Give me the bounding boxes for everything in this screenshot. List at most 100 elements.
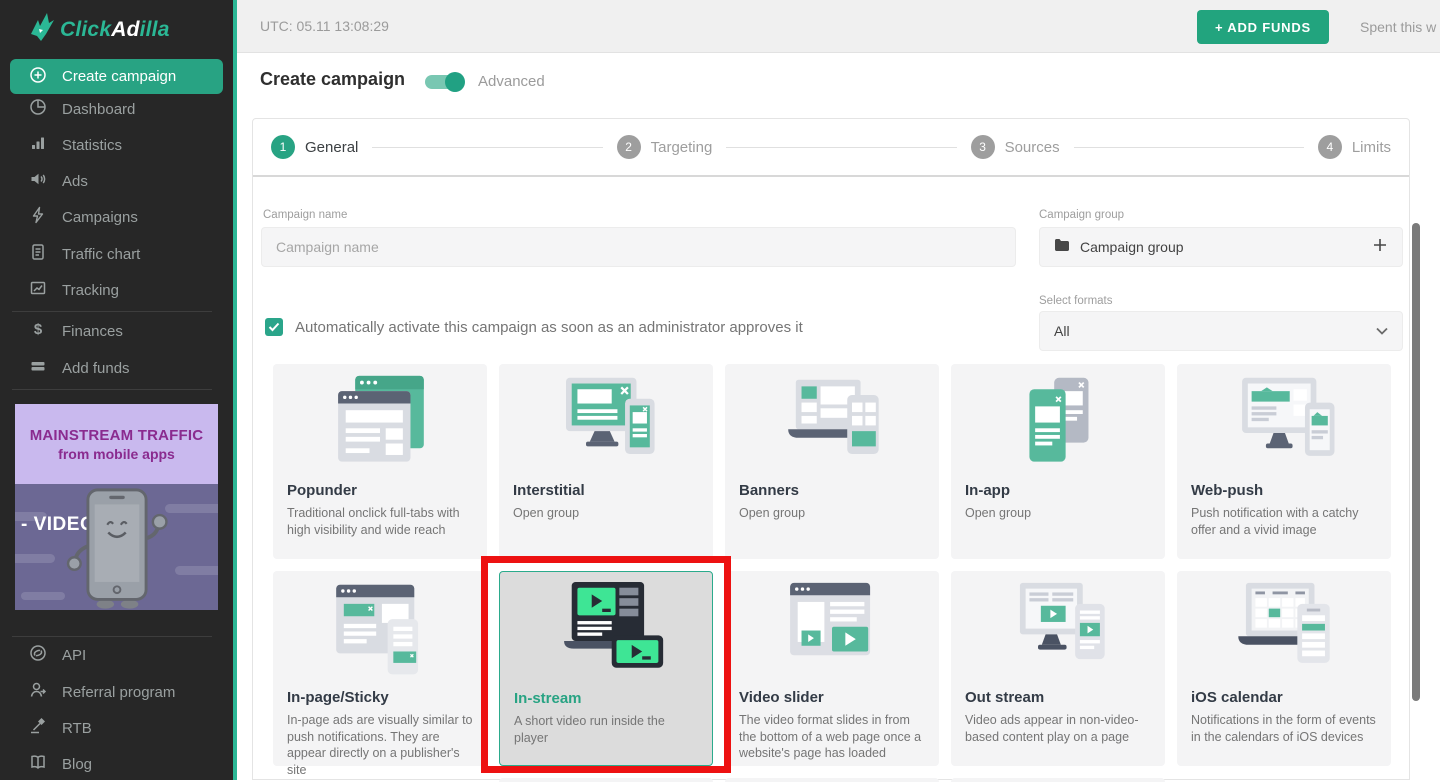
format-cards-grid: Popunder Traditional onclick full-tabs w…	[273, 364, 1391, 766]
select-formats-dropdown[interactable]: All	[1039, 311, 1403, 351]
add-funds-button[interactable]: + ADD FUNDS	[1197, 10, 1329, 44]
sidebar-item-add-funds[interactable]: Add funds	[10, 350, 223, 386]
bird-logo-icon	[28, 12, 54, 47]
promo-banner-headline: MAINSTREAM TRAFFIC from mobile apps	[15, 404, 218, 484]
logo-text: ClickAdilla	[60, 18, 170, 42]
card-title: Banners	[739, 482, 925, 499]
step-connector	[1074, 147, 1304, 148]
sidebar-item-finances[interactable]: $ Finances	[10, 313, 223, 349]
dollar-icon: $	[29, 320, 47, 342]
format-card-video-slider[interactable]: Video slider The video format slides in …	[725, 571, 939, 766]
sidebar-item-label: Tracking	[62, 282, 119, 299]
banners-illustration	[739, 372, 925, 476]
sidebar-item-label: Traffic chart	[62, 246, 140, 263]
line-chart-icon	[29, 279, 47, 301]
advanced-toggle[interactable]	[425, 72, 465, 92]
folder-icon	[1054, 238, 1070, 257]
format-card-popunder[interactable]: Popunder Traditional onclick full-tabs w…	[273, 364, 487, 559]
document-icon	[29, 243, 47, 265]
card-description: Open group	[739, 505, 925, 522]
card-description: In-page ads are visually similar to push…	[287, 712, 473, 778]
sidebar-item-label: Statistics	[62, 137, 122, 154]
select-formats-value: All	[1054, 323, 1376, 339]
sidebar-item-campaigns[interactable]: Campaigns	[10, 199, 223, 235]
card-description: Open group	[965, 505, 1151, 522]
sidebar-item-create-campaign[interactable]: Create campaign	[10, 59, 223, 94]
step-general[interactable]: 1 General	[271, 135, 358, 159]
card-description: A short video run inside the player	[514, 713, 698, 746]
svg-text:$: $	[34, 321, 43, 338]
card-title: Web-push	[1191, 482, 1377, 499]
sidebar-item-blog[interactable]: Blog	[10, 746, 223, 782]
video-slider-illustration	[739, 579, 925, 683]
campaign-name-label: Campaign name	[263, 209, 347, 221]
sidebar-item-tracking[interactable]: Tracking	[10, 272, 223, 308]
interstitial-illustration	[513, 372, 699, 476]
format-card-partial[interactable]	[951, 778, 1165, 782]
format-card-in-stream[interactable]: In-stream A short video run inside the p…	[499, 571, 713, 766]
sidebar-item-label: Create campaign	[62, 68, 176, 85]
auto-activate-label: Automatically activate this campaign as …	[295, 319, 803, 336]
lightning-icon	[29, 206, 47, 228]
book-icon	[29, 753, 47, 775]
card-description: Notifications in the form of events in t…	[1191, 712, 1377, 745]
gavel-icon	[29, 717, 47, 739]
add-group-icon[interactable]	[1372, 237, 1388, 258]
card-description: The video format slides in from the bott…	[739, 712, 925, 762]
sidebar-item-traffic-chart[interactable]: Traffic chart	[10, 236, 223, 272]
format-card-in-page-sticky[interactable]: In-page/Sticky In-page ads are visually …	[273, 571, 487, 766]
in-app-illustration	[965, 372, 1151, 476]
sidebar-item-api[interactable]: API	[10, 637, 223, 673]
person-arrow-icon	[29, 681, 47, 703]
pie-chart-icon	[29, 98, 47, 120]
format-card-in-app[interactable]: In-app Open group	[951, 364, 1165, 559]
topbar: UTC: 05.11 13:08:29 + ADD FUNDS Spent th…	[237, 0, 1440, 53]
card-title: Interstitial	[513, 482, 699, 499]
format-card-out-stream[interactable]: Out stream Video ads appear in non-video…	[951, 571, 1165, 766]
step-number: 1	[271, 135, 295, 159]
sidebar-item-label: Dashboard	[62, 101, 135, 118]
format-card-ios-calendar[interactable]: iOS calendar Notifications in the form o…	[1177, 571, 1391, 766]
step-connector	[372, 147, 602, 148]
card-title: Out stream	[965, 689, 1151, 706]
sidebar-item-ads[interactable]: Ads	[10, 163, 223, 199]
in-page-sticky-illustration	[287, 579, 473, 683]
auto-activate-row: Automatically activate this campaign as …	[265, 318, 803, 336]
format-card-web-push[interactable]: Web-push Push notification with a catchy…	[1177, 364, 1391, 559]
step-connector	[726, 147, 956, 148]
sidebar-item-label: RTB	[62, 720, 92, 737]
sidebar-item-label: Campaigns	[62, 209, 138, 226]
sidebar-item-statistics[interactable]: Statistics	[10, 127, 223, 163]
sidebar: ClickAdilla Create campaign Dashboard St…	[0, 0, 237, 780]
speaker-icon	[29, 170, 47, 192]
step-number: 2	[617, 135, 641, 159]
format-card-banners[interactable]: Banners Open group	[725, 364, 939, 559]
credit-card-icon	[29, 357, 47, 379]
promo-banner[interactable]: MAINSTREAM TRAFFIC from mobile apps - VI…	[15, 404, 218, 610]
advanced-toggle-label: Advanced	[478, 73, 545, 90]
promo-banner-art: - VIDEO	[15, 484, 218, 610]
sidebar-item-label: Referral program	[62, 684, 175, 701]
campaign-group-field[interactable]: Campaign group	[1039, 227, 1403, 267]
auto-activate-checkbox[interactable]	[265, 318, 283, 336]
sidebar-item-label: Ads	[62, 173, 88, 190]
waving-phone-illustration	[57, 486, 177, 610]
step-limits[interactable]: 4 Limits	[1318, 135, 1391, 159]
sidebar-divider	[12, 311, 212, 312]
format-card-partial[interactable]	[499, 778, 713, 782]
format-card-interstitial[interactable]: Interstitial Open group	[499, 364, 713, 559]
campaign-name-input[interactable]	[261, 227, 1016, 267]
sidebar-item-referral-program[interactable]: Referral program	[10, 674, 223, 710]
sidebar-item-dashboard[interactable]: Dashboard	[10, 91, 223, 127]
step-sources[interactable]: 3 Sources	[971, 135, 1060, 159]
sidebar-item-rtb[interactable]: RTB	[10, 710, 223, 746]
chevron-down-icon	[1376, 322, 1388, 340]
step-label: General	[305, 139, 358, 156]
stepper: 1 General 2 Targeting 3 Sources 4 Limits	[253, 119, 1409, 177]
clickadilla-logo[interactable]: ClickAdilla	[28, 12, 170, 47]
format-card-partial[interactable]	[725, 778, 939, 782]
vertical-scrollbar-thumb[interactable]	[1412, 223, 1420, 701]
step-targeting[interactable]: 2 Targeting	[617, 135, 713, 159]
link-icon	[29, 644, 47, 666]
step-label: Sources	[1005, 139, 1060, 156]
